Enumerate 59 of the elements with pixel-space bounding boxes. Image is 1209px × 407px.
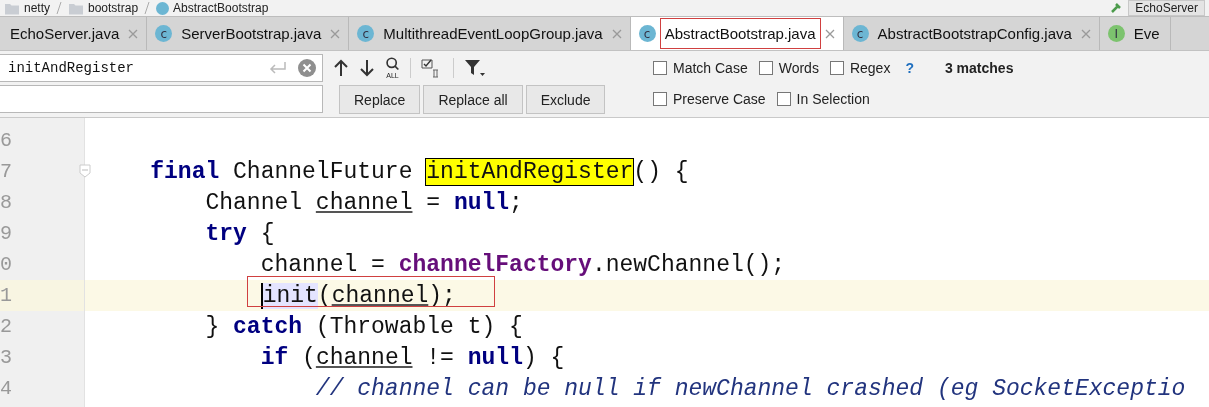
code-line: // channel can be null if newChannel crashed (eg SocketExceptio: [314, 375, 1186, 402]
class-icon: c: [851, 25, 869, 42]
search-field[interactable]: initAndRegister: [0, 54, 323, 82]
code-line: channel = channelFactory.newChannel();: [259, 251, 786, 278]
editor-tab[interactable]: c AbstractBootstrapConfig.java: [843, 17, 1100, 50]
line-number: 6: [0, 129, 12, 152]
option-checkbox[interactable]: Preserve Case: [653, 91, 766, 107]
line-number: 9: [0, 222, 12, 245]
class-icon: [156, 1, 170, 15]
run-config-dropdown[interactable]: EchoServer: [1128, 0, 1205, 16]
line-number: 3: [0, 346, 12, 369]
option-checkbox[interactable]: Words: [758, 60, 819, 76]
class-icon: c: [638, 25, 656, 42]
action-button[interactable]: Replace all: [423, 85, 523, 114]
code-line: try {: [204, 220, 275, 247]
match-count: 3 matches: [944, 60, 1014, 76]
breadcrumb-separator-icon: [56, 2, 62, 14]
close-icon[interactable]: [1080, 28, 1091, 39]
breadcrumb-separator-icon: [144, 2, 151, 14]
code-line: } catch (Throwable t) {: [204, 313, 523, 340]
breadcrumb-item[interactable]: bootstrap: [88, 1, 139, 15]
action-button[interactable]: Exclude: [525, 85, 606, 114]
action-button[interactable]: Replace: [339, 85, 421, 114]
line-number: 1: [0, 284, 12, 307]
option-checkbox[interactable]: In Selection: [776, 91, 870, 107]
down-arrow-icon[interactable]: [359, 59, 375, 77]
fold-marker-icon[interactable]: [79, 164, 91, 178]
option-checkbox[interactable]: Match Case: [653, 60, 748, 76]
class-icon: c: [357, 25, 375, 42]
filter-icon[interactable]: [464, 58, 486, 78]
code-line: init(channel);: [259, 282, 456, 309]
up-arrow-icon[interactable]: [333, 59, 349, 77]
return-icon: [268, 61, 288, 75]
editor-tab[interactable]: EchoServer.java: [0, 17, 148, 50]
replace-field[interactable]: [0, 85, 323, 113]
hammer-icon[interactable]: [1110, 2, 1123, 14]
editor-tab[interactable]: c AbstractBootstrap.java: [630, 17, 844, 50]
line-number: 0: [0, 253, 12, 276]
close-icon[interactable]: [128, 28, 139, 39]
class-icon: c: [155, 25, 173, 42]
line-number: 2: [0, 315, 12, 338]
close-icon[interactable]: [611, 28, 622, 39]
help-link[interactable]: ?: [905, 60, 914, 76]
code-line: Channel channel = null;: [204, 189, 523, 216]
breadcrumb-item[interactable]: netty: [24, 1, 50, 15]
line-number: 7: [0, 160, 12, 183]
option-checkbox[interactable]: Regex: [829, 60, 891, 76]
close-icon[interactable]: [330, 28, 341, 39]
code-line: if (channel != null) {: [259, 344, 565, 371]
clear-icon[interactable]: [298, 59, 316, 77]
class-icon: I: [1107, 25, 1125, 42]
close-icon[interactable]: [824, 28, 835, 39]
search-input[interactable]: initAndRegister: [0, 59, 268, 77]
editor-tab[interactable]: c MultithreadEventLoopGroup.java: [349, 17, 631, 50]
line-number: 4: [0, 377, 12, 400]
breadcrumb-item[interactable]: AbstractBootstrap: [173, 1, 269, 15]
editor-tab[interactable]: I Eve: [1099, 17, 1171, 50]
line-number: 8: [0, 191, 12, 214]
editor-tab[interactable]: c ServerBootstrap.java: [147, 17, 350, 50]
